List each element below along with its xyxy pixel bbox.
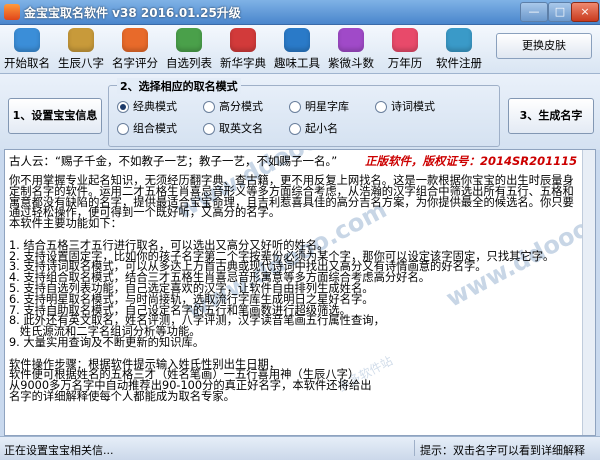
gear-icon [446, 28, 472, 52]
toolbar-label: 生辰八字 [58, 56, 104, 70]
ancient-saying: 古人云：“赐子千金，不如教子一艺；教子一艺，不如赐子一名。” [9, 154, 338, 168]
change-skin-button[interactable]: 更换皮肤 [496, 33, 592, 59]
toolbar-calendar[interactable]: 万年历 [380, 25, 430, 72]
status-divider [414, 440, 415, 456]
scroll-icon [68, 28, 94, 52]
window-title: 金宝宝取名软件 v38 2016.01.25升级 [24, 6, 241, 20]
maximize-button[interactable]: □ [548, 2, 572, 22]
mode-label: 经典模式 [133, 100, 177, 113]
toolbar-label: 万年历 [387, 56, 423, 70]
radio-button[interactable] [375, 101, 387, 113]
toolbar-birth-bazi[interactable]: 生辰八字 [56, 25, 106, 72]
close-button[interactable]: × [571, 2, 599, 22]
minimize-button[interactable]: — [520, 2, 548, 22]
naming-mode-legend: 2、选择相应的取名模式 [117, 78, 241, 94]
toolbar-label: 自选列表 [166, 56, 212, 70]
status-bar: 正在设置宝宝相关信... 提示：双击名字可以看到详细解释 [0, 436, 600, 460]
radio-button[interactable] [117, 101, 129, 113]
book-icon [230, 28, 256, 52]
status-tip: 提示：双击名字可以看到详细解释 [420, 444, 585, 457]
toolbar-label: 趣味工具 [274, 56, 320, 70]
toolbar-label: 软件注册 [436, 56, 482, 70]
naming-controls: 1、设置宝宝信息 2、选择相应的取名模式 经典模式 高分模式 明星字库 诗词模式… [0, 74, 600, 150]
mode-label: 诗词模式 [391, 100, 435, 113]
toolbar-dictionary[interactable]: 新华字典 [218, 25, 268, 72]
mode-label: 组合模式 [133, 122, 177, 135]
list-icon [176, 28, 202, 52]
people-icon [14, 28, 40, 52]
toolbar-start-naming[interactable]: 开始取名 [2, 25, 52, 72]
star-icon [338, 28, 364, 52]
mode-label: 明星字库 [305, 100, 349, 113]
main-toolbar: 开始取名 生辰八字 名字评分 自选列表 新华字典 趣味工具 紫微斗数 万年历 软… [0, 25, 600, 74]
mode-label: 高分模式 [219, 100, 263, 113]
toolbar-label: 紫微斗数 [328, 56, 374, 70]
info-text-panel[interactable]: www.ddooo.com www.ddooo.com www.ddooo.co… [4, 149, 596, 436]
set-baby-info-button[interactable]: 1、设置宝宝信息 [8, 98, 102, 134]
naming-mode-group: 2、选择相应的取名模式 经典模式 高分模式 明星字库 诗词模式 组合模式 取英文… [108, 78, 500, 147]
radio-button[interactable] [289, 101, 301, 113]
toolbar-fun-tools[interactable]: 趣味工具 [272, 25, 322, 72]
toolbar-custom-list[interactable]: 自选列表 [164, 25, 214, 72]
status-message: 正在设置宝宝相关信... [4, 444, 114, 457]
generate-names-button[interactable]: 3、生成名字 [508, 98, 594, 134]
app-logo-icon [4, 4, 20, 20]
toolbar-label: 名字评分 [112, 56, 158, 70]
toolbar-name-score[interactable]: 名字评分 [110, 25, 160, 72]
radio-button[interactable] [203, 101, 215, 113]
score-icon [122, 28, 148, 52]
mode-label: 起小名 [305, 122, 338, 135]
radio-button[interactable] [117, 123, 129, 135]
radio-button[interactable] [203, 123, 215, 135]
registration-notice: 正版软件，版权证号：2014SR201115 [365, 154, 578, 168]
toolbar-ziwei[interactable]: 紫微斗数 [326, 25, 376, 72]
vertical-scrollbar[interactable] [582, 150, 595, 435]
toolbar-label: 新华字典 [220, 56, 266, 70]
mode-label: 取英文名 [219, 122, 263, 135]
software-description: 你不用掌握专业起名知识，无须经历翻字典、查古籍，更不用反复上网找名。这是一款根据… [9, 174, 574, 403]
radio-button[interactable] [289, 123, 301, 135]
globe-icon [284, 28, 310, 52]
toolbar-register[interactable]: 软件注册 [434, 25, 484, 72]
calendar-icon [392, 28, 418, 52]
title-bar: 金宝宝取名软件 v38 2016.01.25升级 — □ × [0, 0, 600, 25]
